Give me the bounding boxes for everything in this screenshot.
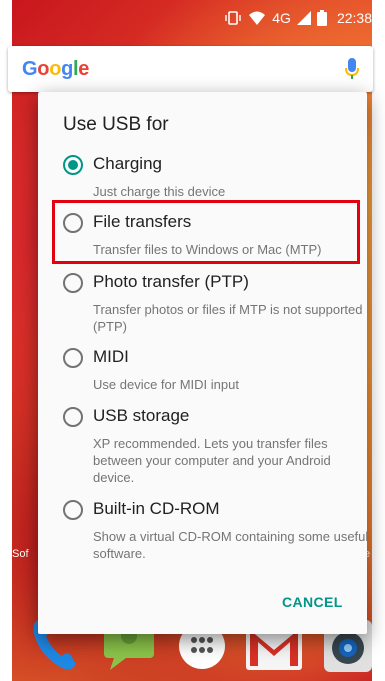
status-bar: 4G 22:38 bbox=[12, 0, 372, 36]
option-description: Just charge this device bbox=[93, 184, 226, 199]
option-description: Transfer files to Windows or Mac (MTP) bbox=[93, 242, 322, 257]
radio-photo-transfer[interactable] bbox=[63, 273, 83, 293]
signal-icon bbox=[296, 11, 311, 25]
battery-icon bbox=[316, 10, 327, 26]
option-label: USB storage bbox=[93, 406, 190, 425]
option-description: Transfer photos or files if MTP is not s… bbox=[93, 302, 363, 334]
option-description: XP recommended. Lets you transfer files … bbox=[93, 436, 331, 485]
google-search-bar[interactable]: Google bbox=[8, 46, 373, 92]
radio-usb-storage[interactable] bbox=[63, 407, 83, 427]
usb-mode-dialog: Use USB for Charging Just charge this de… bbox=[38, 92, 369, 634]
option-label: MIDI bbox=[93, 347, 129, 366]
radio-midi[interactable] bbox=[63, 348, 83, 368]
radio-cd-rom[interactable] bbox=[63, 500, 83, 520]
radio-file-transfers[interactable] bbox=[63, 213, 83, 233]
wifi-icon bbox=[248, 10, 266, 26]
microphone-icon[interactable] bbox=[345, 58, 359, 80]
google-logo: Google bbox=[22, 57, 90, 80]
radio-charging[interactable] bbox=[63, 155, 83, 175]
option-label: Charging bbox=[93, 154, 162, 173]
background-app-label: Sof bbox=[12, 548, 29, 560]
status-clock: 22:38 bbox=[336, 10, 372, 26]
network-type-label: 4G bbox=[272, 10, 291, 26]
option-label: Built-in CD-ROM bbox=[93, 499, 220, 518]
option-label: Photo transfer (PTP) bbox=[93, 272, 249, 291]
vibrate-icon bbox=[224, 10, 242, 26]
dialog-title: Use USB for bbox=[63, 114, 169, 135]
option-description: Use device for MIDI input bbox=[93, 377, 239, 392]
cancel-button[interactable]: CANCEL bbox=[282, 594, 343, 610]
option-label: File transfers bbox=[93, 212, 192, 231]
option-description: Show a virtual CD-ROM containing some us… bbox=[93, 529, 369, 561]
